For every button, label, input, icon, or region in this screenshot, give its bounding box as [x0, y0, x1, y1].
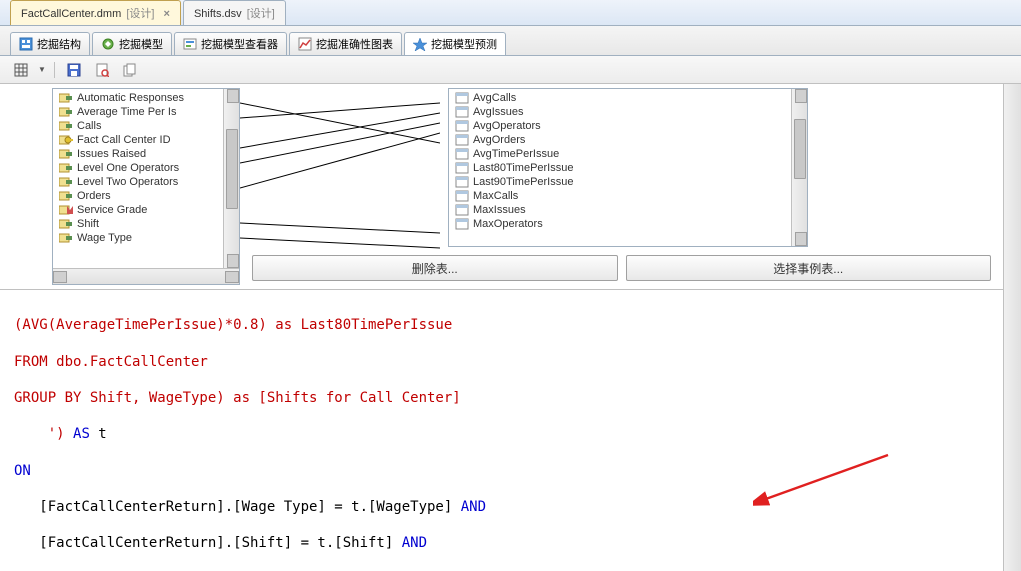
column-icon: [455, 106, 469, 118]
tree-item[interactable]: Shift: [53, 217, 223, 231]
save-button[interactable]: [63, 60, 85, 80]
tree-item[interactable]: Average Time Per Is: [53, 105, 223, 119]
tree-item[interactable]: Level One Operators: [53, 161, 223, 175]
predict-attr-icon: [59, 204, 73, 216]
grid-button[interactable]: [10, 60, 32, 80]
column-icon: [455, 204, 469, 216]
column-icon: [455, 162, 469, 174]
tree-item[interactable]: AvgCalls: [449, 91, 791, 105]
tree-item[interactable]: Calls: [53, 119, 223, 133]
attr-icon: [59, 218, 73, 230]
tab-label: 挖掘模型查看器: [201, 36, 278, 52]
doc-tab-label: FactCallCenter.dmm: [21, 8, 121, 20]
attr-icon: [59, 120, 73, 132]
tab-mining-structure[interactable]: 挖掘结构: [10, 32, 90, 55]
model-icon: [101, 37, 115, 51]
select-case-table-button[interactable]: 选择事例表...: [626, 255, 992, 281]
structure-icon: [19, 37, 33, 51]
tree-item[interactable]: Automatic Responses: [53, 91, 223, 105]
tree-item[interactable]: AvgIssues: [449, 105, 791, 119]
copy-button[interactable]: [119, 60, 141, 80]
tab-mining-viewer[interactable]: 挖掘模型查看器: [174, 32, 287, 55]
attr-icon: [59, 106, 73, 118]
tree-item[interactable]: Wage Type: [53, 231, 223, 245]
chart-icon: [298, 37, 312, 51]
tree-item[interactable]: Fact Call Center ID: [53, 133, 223, 147]
dmx-query-editor[interactable]: (AVG(AverageTimePerIssue)*0.8) as Last80…: [0, 290, 1003, 571]
viewer-icon: [183, 37, 197, 51]
tree-item[interactable]: Last90TimePerIssue: [449, 175, 791, 189]
vertical-scrollbar[interactable]: [791, 89, 807, 246]
input-table-wrap: AvgCalls AvgIssues AvgOperators AvgOrder…: [248, 88, 995, 285]
doc-tab-label: Shifts.dsv: [194, 8, 242, 20]
attr-icon: [59, 162, 73, 174]
column-icon: [455, 92, 469, 104]
column-icon: [455, 218, 469, 230]
tree-item[interactable]: MaxIssues: [449, 203, 791, 217]
attr-icon: [59, 148, 73, 160]
predict-icon: [413, 37, 427, 51]
tree-item[interactable]: AvgOperators: [449, 119, 791, 133]
column-icon: [455, 176, 469, 188]
design-surface: Automatic Responses Average Time Per Is …: [0, 84, 1003, 290]
key-icon: [59, 134, 73, 146]
attr-icon: [59, 92, 73, 104]
tab-mining-prediction[interactable]: 挖掘模型预测: [404, 32, 506, 55]
mining-model-panel: Automatic Responses Average Time Per Is …: [52, 88, 240, 285]
tree-item[interactable]: MaxOperators: [449, 217, 791, 231]
separator: [54, 62, 55, 78]
doc-tab-suffix: [设计]: [126, 8, 154, 20]
tree-item[interactable]: MaxCalls: [449, 189, 791, 203]
column-icon: [455, 148, 469, 160]
query-button[interactable]: [91, 60, 113, 80]
close-icon[interactable]: ×: [164, 8, 170, 20]
input-table-panel: AvgCalls AvgIssues AvgOperators AvgOrder…: [448, 88, 808, 247]
tab-label: 挖掘模型预测: [431, 36, 497, 52]
tree-item[interactable]: Orders: [53, 189, 223, 203]
tree-item[interactable]: AvgTimePerIssue: [449, 147, 791, 161]
doc-tab-suffix: [设计]: [247, 8, 275, 20]
tree-item[interactable]: AvgOrders: [449, 133, 791, 147]
column-icon: [455, 190, 469, 202]
tree-item[interactable]: Issues Raised: [53, 147, 223, 161]
doc-tab-shifts[interactable]: Shifts.dsv [设计]: [183, 0, 286, 25]
mining-tab-bar: 挖掘结构 挖掘模型 挖掘模型查看器 挖掘准确性图表 挖掘模型预测: [0, 26, 1021, 56]
tab-label: 挖掘模型: [119, 36, 163, 52]
global-vertical-scrollbar[interactable]: [1003, 84, 1021, 571]
right-column-tree: AvgCalls AvgIssues AvgOperators AvgOrder…: [449, 89, 791, 246]
document-tab-bar: FactCallCenter.dmm [设计] × Shifts.dsv [设计…: [0, 0, 1021, 26]
dropdown-arrow-icon[interactable]: ▼: [38, 65, 46, 74]
column-icon: [455, 134, 469, 146]
horizontal-scrollbar[interactable]: [53, 268, 239, 284]
tab-mining-models[interactable]: 挖掘模型: [92, 32, 172, 55]
tab-label: 挖掘结构: [37, 36, 81, 52]
left-column-tree: Automatic Responses Average Time Per Is …: [53, 89, 223, 268]
attr-icon: [59, 190, 73, 202]
table-buttons: 删除表... 选择事例表...: [248, 251, 995, 285]
attr-icon: [59, 232, 73, 244]
vertical-scrollbar[interactable]: [223, 89, 239, 268]
attr-icon: [59, 176, 73, 188]
delete-table-button[interactable]: 删除表...: [252, 255, 618, 281]
column-icon: [455, 120, 469, 132]
tree-item[interactable]: Level Two Operators: [53, 175, 223, 189]
tree-item[interactable]: Last80TimePerIssue: [449, 161, 791, 175]
tree-item[interactable]: Service Grade: [53, 203, 223, 217]
toolbar: ▼: [0, 56, 1021, 84]
app-window: FactCallCenter.dmm [设计] × Shifts.dsv [设计…: [0, 0, 1021, 571]
tab-mining-accuracy[interactable]: 挖掘准确性图表: [289, 32, 402, 55]
doc-tab-factcallcenter[interactable]: FactCallCenter.dmm [设计] ×: [10, 0, 181, 25]
tab-label: 挖掘准确性图表: [316, 36, 393, 52]
